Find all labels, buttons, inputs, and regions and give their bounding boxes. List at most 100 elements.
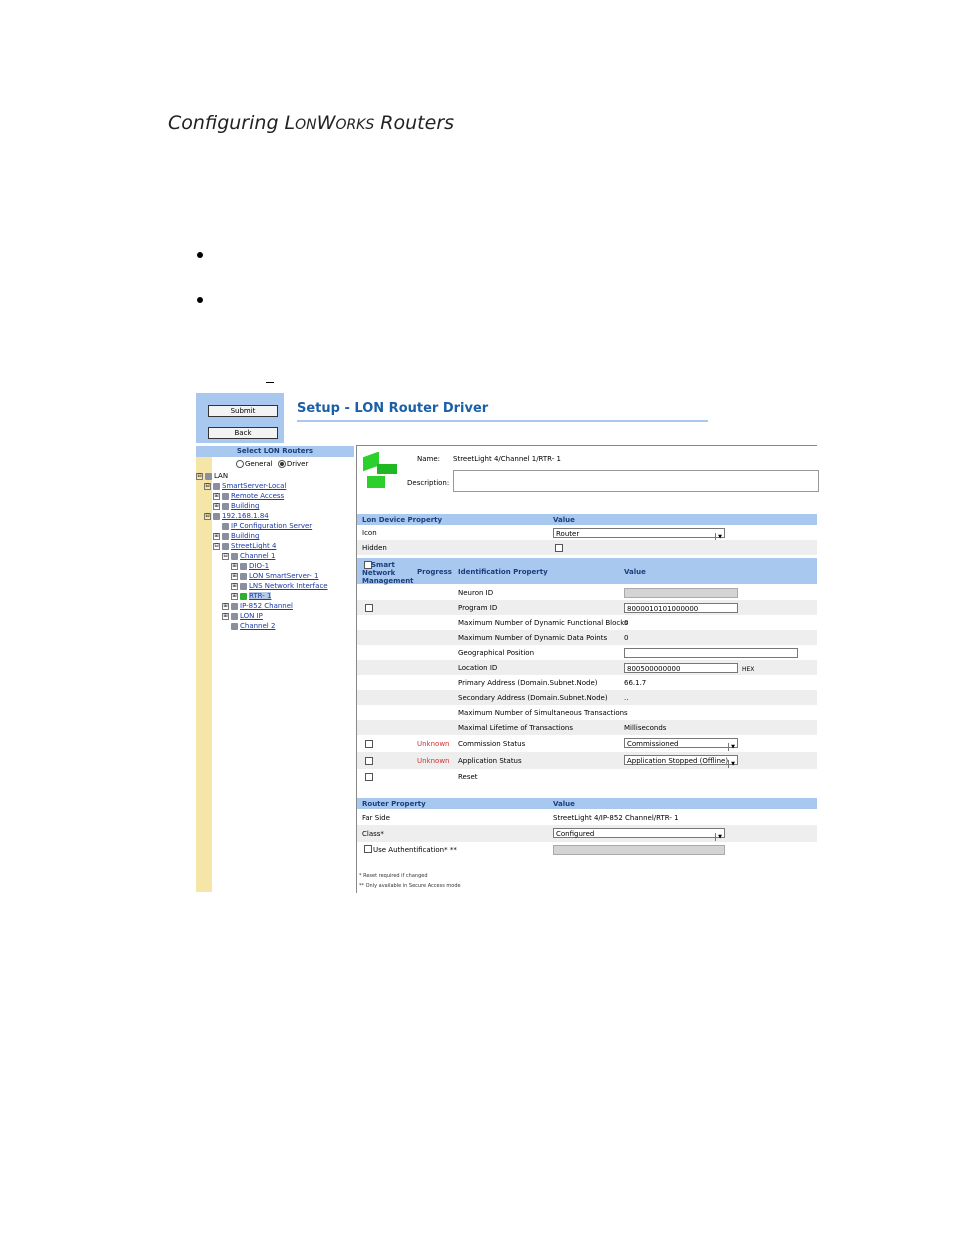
tree-item-ip-config-server[interactable]: IP Configuration Server	[222, 522, 312, 531]
application-status-select[interactable]: Application Stopped (Offline) ▼	[624, 755, 738, 768]
application-status-checkbox[interactable]	[365, 757, 373, 765]
expand-icon[interactable]: ⊞	[231, 572, 238, 580]
primary-address-label: Primary Address (Domain.Subnet.Node)	[458, 679, 598, 687]
expand-icon[interactable]: ⊞	[213, 532, 220, 540]
program-id-checkbox[interactable]	[365, 604, 373, 612]
location-id-field[interactable]: 800500000000	[624, 663, 738, 673]
application-status-label: Application Status	[458, 757, 522, 765]
commission-status-checkbox[interactable]	[365, 740, 373, 748]
tree-item-label[interactable]: Channel 1	[240, 552, 275, 560]
hidden-checkbox[interactable]	[555, 544, 563, 552]
tree-item-channel-1[interactable]: ⊟ Channel 1	[222, 552, 275, 561]
tree-item-streetlight-4[interactable]: ⊟ StreetLight 4	[213, 542, 276, 551]
expand-icon[interactable]: ⊞	[231, 592, 238, 600]
far-side-value: StreetLight 4/IP-852 Channel/RTR- 1	[553, 814, 679, 822]
collapse-icon[interactable]: ⊟	[222, 552, 229, 560]
tree-item-ip-address[interactable]: ⊟ 192.168.1.84	[204, 512, 269, 521]
tree-item-building[interactable]: ⊞ Building	[213, 532, 259, 541]
document-heading: Configuring LONWORKS Routers	[168, 112, 455, 134]
tree-item-label[interactable]: Channel 2	[240, 622, 275, 630]
chevron-down-icon[interactable]: ▼	[715, 833, 724, 841]
geo-position-row: Geographical Position	[357, 645, 817, 660]
collapse-icon[interactable]: ⊟	[204, 512, 211, 520]
network-icon	[222, 542, 229, 550]
router-tree-pane: Select LON Routers General Driver ⊟ LAN ⊟…	[196, 446, 354, 892]
expand-icon[interactable]: ⊞	[222, 602, 229, 610]
remote-access-icon	[222, 492, 229, 500]
transaction-lifetime-row: Maximal Lifetime of Transactions Millise…	[357, 720, 817, 735]
tree-item-rtr-1[interactable]: ⊞ RTR- 1	[231, 592, 272, 601]
collapse-icon[interactable]: ⊟	[196, 472, 203, 480]
tree-item-label[interactable]: IP Configuration Server	[231, 522, 312, 530]
reset-checkbox[interactable]	[365, 773, 373, 781]
program-id-field[interactable]: 8000010101000000	[624, 603, 738, 613]
hidden-label: Hidden	[362, 544, 387, 552]
radio-driver-label: Driver	[286, 460, 309, 468]
radio-general[interactable]	[236, 460, 244, 468]
tree-item-channel-2[interactable]: Channel 2	[231, 622, 275, 631]
tree-item-label[interactable]: Remote Access	[231, 492, 284, 500]
tree-item-label[interactable]: Building	[231, 532, 259, 540]
tree-item-label[interactable]: RTR- 1	[249, 592, 272, 600]
authentication-row: Use Authentification* **	[357, 842, 817, 857]
max-dyn-fb-row: Maximum Number of Dynamic Functional Blo…	[357, 615, 817, 630]
expand-icon[interactable]: ⊞	[213, 502, 220, 510]
program-id-row: Program ID 8000010101000000	[357, 600, 817, 615]
tree-item-label[interactable]: LON IP	[240, 612, 263, 620]
expand-icon[interactable]: ⊞	[231, 582, 238, 590]
secure-access-footnote: ** Only available in Secure Access mode	[359, 883, 461, 889]
building-icon	[222, 532, 229, 540]
tree-item-label[interactable]: DIO-1	[249, 562, 269, 570]
tree-item-dio-1[interactable]: ⊞ DIO-1	[231, 562, 269, 571]
tree-item-building[interactable]: ⊞ Building	[213, 502, 259, 511]
config-server-icon	[222, 522, 229, 530]
expand-icon[interactable]: ⊞	[222, 612, 229, 620]
router-value-title: Value	[553, 800, 575, 808]
geo-position-label: Geographical Position	[458, 649, 535, 657]
expand-icon[interactable]: ⊞	[231, 562, 238, 570]
expand-icon[interactable]: ⊞	[213, 492, 220, 500]
radio-driver[interactable]	[277, 460, 286, 468]
chevron-down-icon[interactable]: ▼	[728, 760, 737, 768]
tree-item-lns-network-interface[interactable]: ⊞ LNS Network Interface	[231, 582, 328, 591]
commission-status-select[interactable]: Commissioned ▼	[624, 738, 738, 751]
chevron-down-icon[interactable]: ▼	[728, 743, 737, 751]
bullet-marker	[197, 297, 203, 303]
tree-item-label[interactable]: 192.168.1.84	[222, 512, 269, 520]
max-transactions-row: Maximum Number of Simultaneous Transacti…	[357, 705, 817, 720]
application-status-row: Unknown Application Status Application S…	[357, 752, 817, 769]
tree-item-label[interactable]: LON SmartServer- 1	[249, 572, 319, 580]
collapse-icon[interactable]: ⊟	[213, 542, 220, 550]
device-icon	[240, 562, 247, 570]
submit-button[interactable]: Submit	[208, 405, 278, 417]
tree-item-lon-ip[interactable]: ⊞ LON IP	[222, 612, 263, 621]
tree-item-label: LAN	[214, 472, 229, 480]
tree-item-label[interactable]: StreetLight 4	[231, 542, 276, 550]
class-select[interactable]: Configured ▼	[553, 828, 725, 841]
action-button-panel: Submit Back	[196, 393, 284, 443]
tree-item-label[interactable]: IP-852 Channel	[240, 602, 293, 610]
authentication-checkbox[interactable]	[364, 845, 372, 853]
hex-label: HEX	[742, 666, 755, 673]
tree-item-ip-852-channel[interactable]: ⊞ IP-852 Channel	[222, 602, 293, 611]
max-dyn-dp-label: Maximum Number of Dynamic Data Points	[458, 634, 608, 642]
collapse-icon[interactable]: ⊟	[204, 482, 211, 490]
geo-position-field[interactable]	[624, 648, 798, 658]
tree-item-lon-smartserver-1[interactable]: ⊞ LON SmartServer- 1	[231, 572, 319, 581]
tree-item-smartserver-local[interactable]: ⊟ SmartServer-Local	[204, 482, 286, 491]
icon-select[interactable]: Router ▼	[553, 528, 725, 541]
location-id-label: Location ID	[458, 664, 498, 672]
program-id-label: Program ID	[458, 604, 498, 612]
tree-item-remote-access[interactable]: ⊞ Remote Access	[213, 492, 284, 501]
back-button[interactable]: Back	[208, 427, 278, 439]
application-status-value: Application Stopped (Offline)	[627, 757, 729, 765]
tree-item-label[interactable]: Building	[231, 502, 259, 510]
hidden-row: Hidden	[357, 540, 817, 555]
class-value: Configured	[556, 830, 595, 838]
icon-label: Icon	[362, 529, 377, 537]
tree-item-lan[interactable]: ⊟ LAN	[196, 472, 228, 481]
description-field[interactable]	[453, 470, 819, 492]
tree-item-label[interactable]: SmartServer-Local	[222, 482, 286, 490]
tree-item-label[interactable]: LNS Network Interface	[249, 582, 328, 590]
router-icon	[240, 592, 247, 600]
